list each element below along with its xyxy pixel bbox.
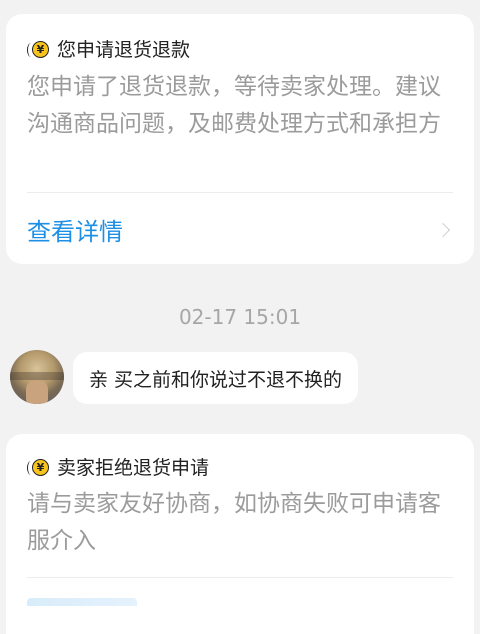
divider <box>27 577 453 578</box>
seller-avatar[interactable] <box>10 350 64 404</box>
card-header: ¥ 您申请退货退款 <box>27 38 190 62</box>
card-title: 您申请退货退款 <box>57 39 191 61</box>
yen-refund-icon: ¥ <box>27 457 49 479</box>
yen-refund-icon: ¥ <box>27 39 49 61</box>
view-details-link[interactable]: 查看详情 <box>27 214 123 250</box>
refund-request-card: ¥ 您申请退货退款 您申请了退货退款，等待卖家处理。建议沟通商品问题，及邮费处理… <box>6 14 474 264</box>
chat-message-text: 亲 买之前和你说过不退不换的 <box>89 368 343 391</box>
chevron-right-icon[interactable] <box>435 222 451 238</box>
card-description: 您申请了退货退款，等待卖家处理。建议沟通商品问题，及邮费处理方式和承担方 <box>27 74 441 137</box>
card-description: 请与卖家友好协商，如协商失败可申请客服介入 <box>27 491 441 554</box>
partial-link-cutoff[interactable] <box>27 598 137 606</box>
message-timestamp: 02-17 15:01 <box>178 305 302 329</box>
card-header: ¥ 卖家拒绝退货申请 <box>27 456 209 480</box>
chat-message-bubble[interactable]: 亲 买之前和你说过不退不换的 <box>73 352 359 404</box>
divider <box>27 192 453 193</box>
card-title: 卖家拒绝退货申请 <box>57 457 210 479</box>
